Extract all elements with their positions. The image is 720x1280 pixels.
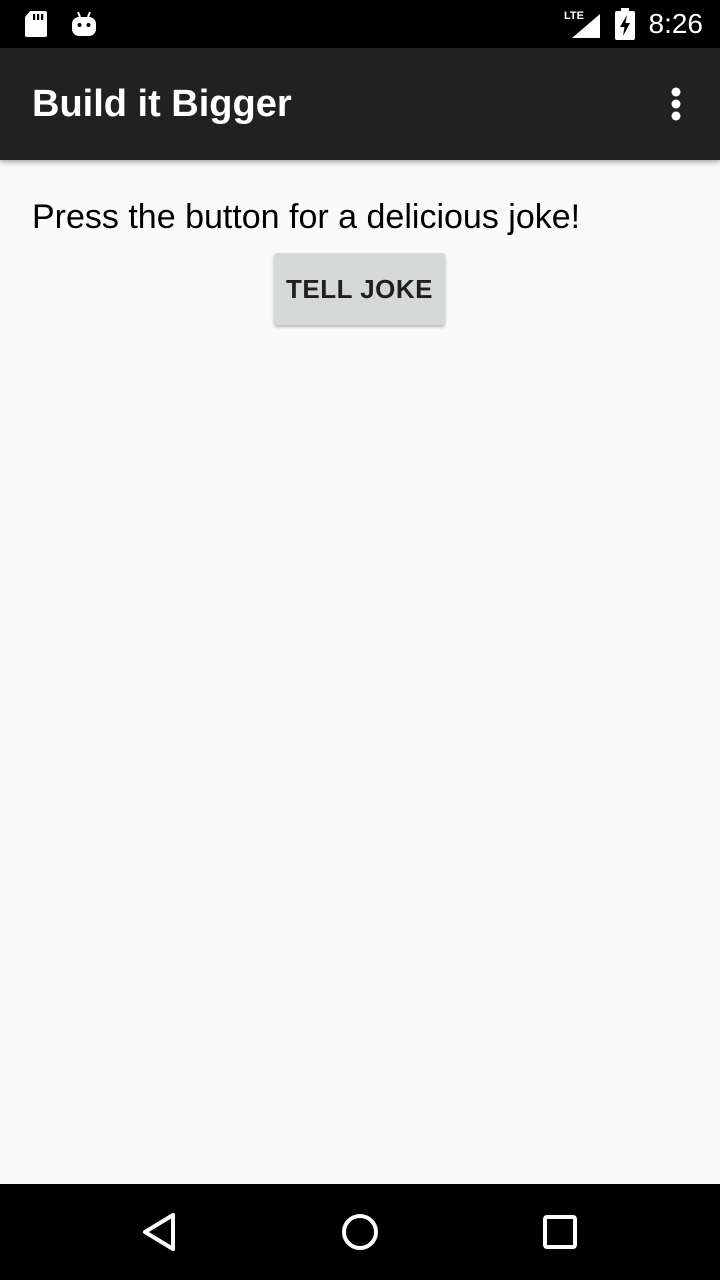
instructions-text: Press the button for a delicious joke! xyxy=(32,198,581,236)
app-bar: Build it Bigger xyxy=(0,48,720,160)
battery-charging-icon xyxy=(613,0,637,48)
tell-joke-button[interactable]: TELL JOKE xyxy=(274,253,445,325)
home-icon[interactable] xyxy=(324,1196,396,1268)
network-type-label: LTE xyxy=(564,10,584,22)
navigation-bar xyxy=(0,1184,720,1280)
sd-card-icon xyxy=(22,0,50,48)
lte-signal-icon: LTE xyxy=(562,0,602,48)
back-icon[interactable] xyxy=(124,1196,196,1268)
recents-icon[interactable] xyxy=(524,1196,596,1268)
status-time: 8:26 xyxy=(648,8,704,39)
main-content: Press the button for a delicious joke! T… xyxy=(0,160,720,1184)
status-bar: LTE 8:26 xyxy=(0,0,720,48)
app-title: Build it Bigger xyxy=(32,83,292,125)
overflow-menu-icon[interactable] xyxy=(648,76,704,132)
android-debug-icon xyxy=(70,0,98,48)
